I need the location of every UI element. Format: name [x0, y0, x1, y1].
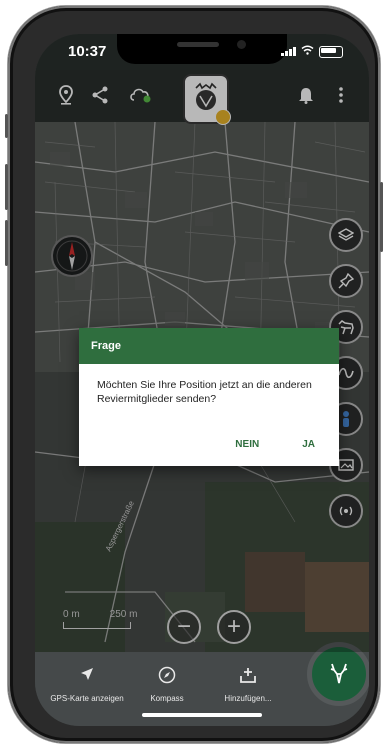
volume-down-button: [5, 220, 8, 266]
volume-up-button: [5, 164, 8, 210]
gps-map-button[interactable]: GPS-Karte anzeigen: [47, 666, 127, 703]
home-indicator[interactable]: [142, 713, 262, 717]
bottom-item-label: GPS-Karte anzeigen: [50, 694, 124, 703]
status-bar: 10:37: [35, 34, 369, 70]
bottom-navigation: GPS-Karte anzeigen Kompass Hinzufügen...: [35, 642, 369, 726]
no-button[interactable]: NEIN: [235, 439, 259, 450]
navigation-arrow-icon: [47, 666, 127, 688]
notch: [117, 34, 287, 64]
compass-icon: [137, 666, 197, 688]
status-icons: [281, 45, 343, 58]
app-screen: Aspergerstraße 0 m 250 m − + 10:37 GPS-K…: [35, 34, 369, 726]
front-camera: [237, 40, 246, 49]
bottom-item-label: Kompass: [150, 694, 184, 703]
power-button: [380, 182, 383, 252]
compass-button[interactable]: Kompass: [137, 666, 197, 703]
dialog-message: Möchten Sie Ihre Position jetzt an die a…: [97, 379, 312, 405]
deer-antler-icon: [330, 663, 348, 684]
battery-icon: [319, 45, 343, 58]
status-time: 10:37: [68, 43, 107, 60]
question-dialog: Frage Möchten Sie Ihre Position jetzt an…: [79, 328, 339, 466]
mute-switch: [5, 114, 8, 138]
phone-frame: Aspergerstraße 0 m 250 m − + 10:37 GPS-K…: [5, 6, 383, 743]
signal-icon: [281, 47, 296, 56]
add-button[interactable]: Hinzufügen...: [213, 666, 283, 703]
add-tray-icon: [213, 666, 283, 688]
wifi-icon: [301, 45, 314, 58]
dialog-actions: NEIN JA: [235, 439, 315, 450]
dialog-title: Frage: [79, 328, 339, 364]
speaker: [177, 42, 219, 47]
yes-button[interactable]: JA: [302, 439, 315, 450]
bottom-item-label: Hinzufügen...: [224, 694, 272, 703]
